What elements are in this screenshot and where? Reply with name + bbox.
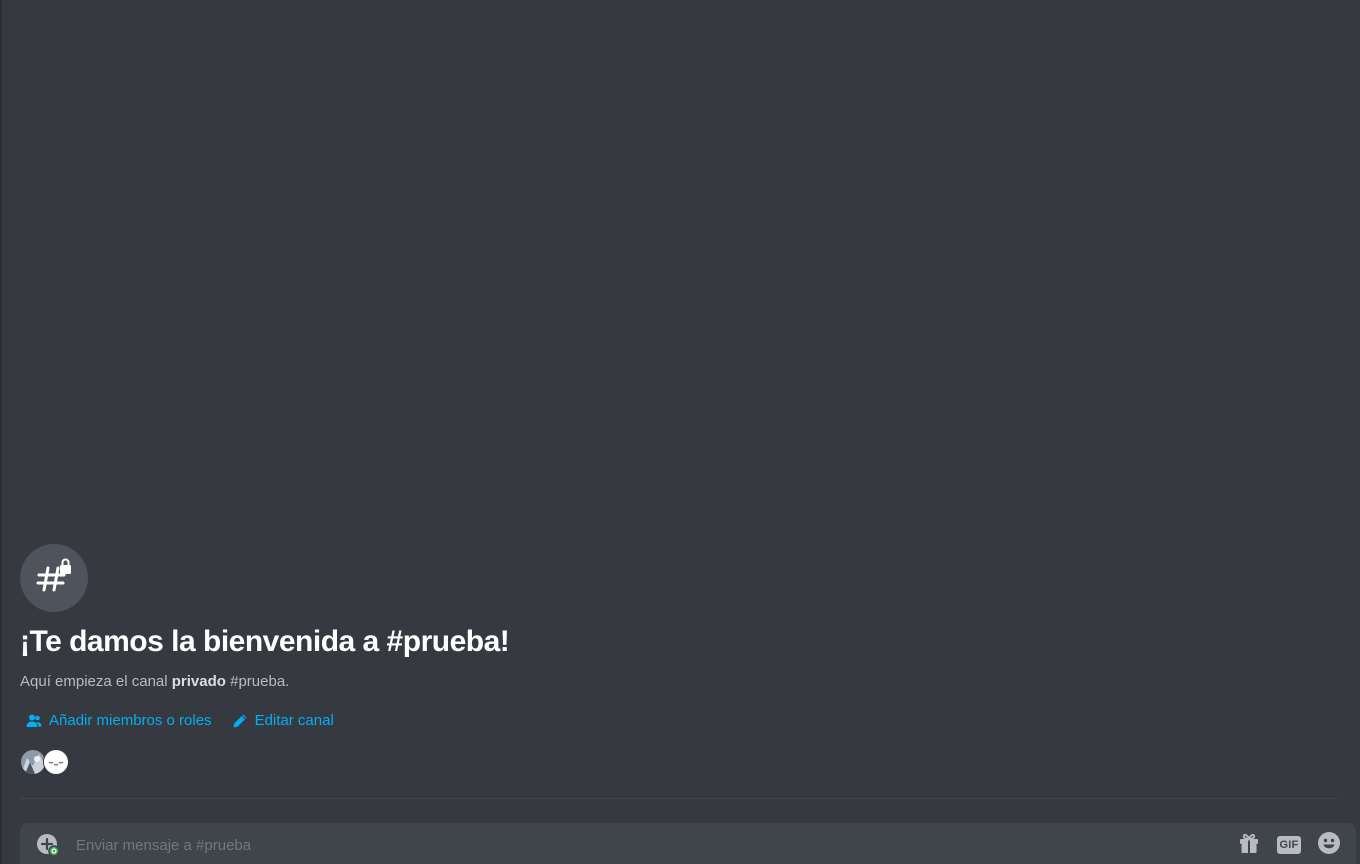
edit-channel-button[interactable]: Editar canal [232,712,334,729]
gift-icon [1237,831,1261,860]
gif-button[interactable]: GIF [1276,832,1302,858]
edit-channel-label: Editar canal [254,712,334,729]
welcome-description: Aquí empieza el canal privado #prueba. [20,672,1340,692]
emoji-button[interactable] [1316,831,1342,860]
welcome-desc-suffix: #prueba. [225,673,290,690]
gif-label: GIF [1277,836,1301,854]
channel-welcome: ¡Te damos la bienvenida a #prueba! Aquí … [20,544,1340,775]
message-divider [20,798,1338,799]
smiley-icon [1317,831,1341,860]
welcome-title: ¡Te damos la bienvenida a #prueba! [20,625,510,658]
channel-icon-badge [20,544,88,612]
add-members-button[interactable]: Añadir miembros o roles [26,712,212,729]
person-add-icon [26,713,42,729]
plus-circle-icon [36,834,60,861]
pencil-icon [232,713,248,729]
hashtag-lock-icon [34,556,74,601]
composer-tools: GIF [1236,831,1342,860]
member-avatars [20,749,1340,775]
attach-button[interactable] [36,833,60,857]
chat-area: ¡Te damos la bienvenida a #prueba! Aquí … [0,0,1360,864]
welcome-actions: Añadir miembros o roles Editar canal [20,712,1340,729]
member-avatar-2[interactable] [43,749,69,775]
gift-button[interactable] [1236,832,1262,858]
welcome-desc-bold: privado [171,673,226,690]
message-input[interactable] [76,823,1236,864]
add-members-label: Añadir miembros o roles [49,712,212,729]
welcome-desc-prefix: Aquí empieza el canal [20,673,172,690]
message-composer: GIF [20,823,1356,864]
